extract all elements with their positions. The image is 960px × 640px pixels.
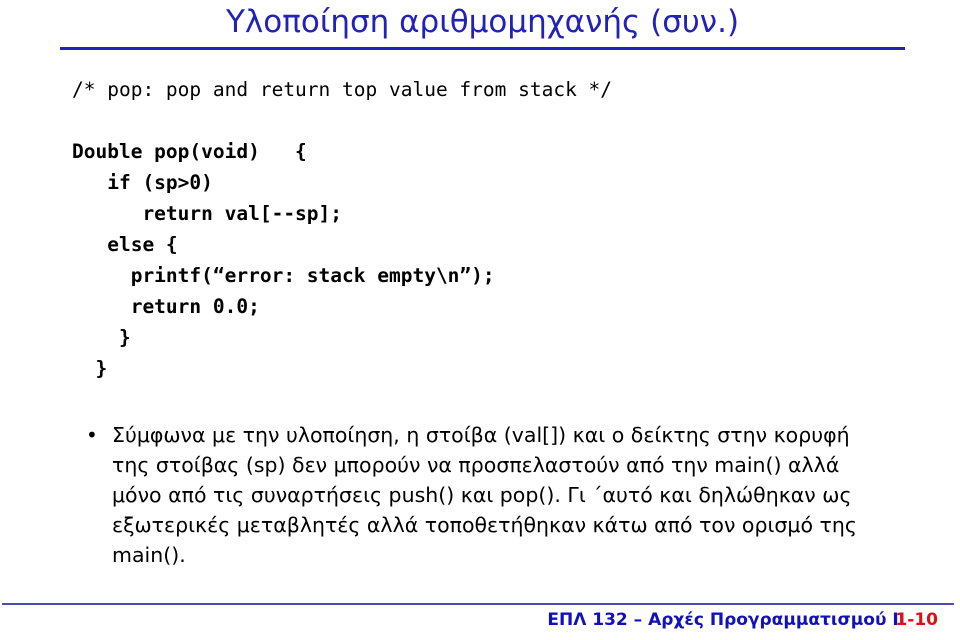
code-line: Double pop(void) { — [72, 140, 307, 163]
code-block: /* pop: pop and return top value from st… — [72, 74, 812, 384]
list-item: • Σύμφωνα με την υλοποίηση, η στοίβα (va… — [82, 420, 892, 570]
footer-divider — [2, 603, 954, 605]
slide-canvas: Υλοποίηση αριθμομηχανής (συν.) /* pop: p… — [0, 0, 960, 640]
code-line: } — [72, 357, 108, 380]
footer-page-number: 1-10 — [895, 610, 938, 630]
code-line: /* pop: pop and return top value from st… — [72, 78, 613, 101]
code-line: } — [72, 326, 131, 349]
code-line: else { — [72, 233, 178, 256]
code-line: return val[--sp]; — [72, 202, 343, 225]
code-line: return 0.0; — [72, 295, 260, 318]
page-title: Υλοποίηση αριθμομηχανής (συν.) — [225, 4, 740, 40]
code-line: printf(“error: stack empty\n”); — [72, 264, 495, 287]
code-line: if (sp>0) — [72, 171, 213, 194]
bullet-marker-icon: • — [86, 423, 98, 447]
title-divider — [60, 47, 905, 50]
footer-course-label: ΕΠΛ 132 – Αρχές Προγραμματισμού ΙΙ — [547, 610, 905, 630]
body-paragraph: Σύμφωνα με την υλοποίηση, η στοίβα (val[… — [112, 423, 857, 567]
